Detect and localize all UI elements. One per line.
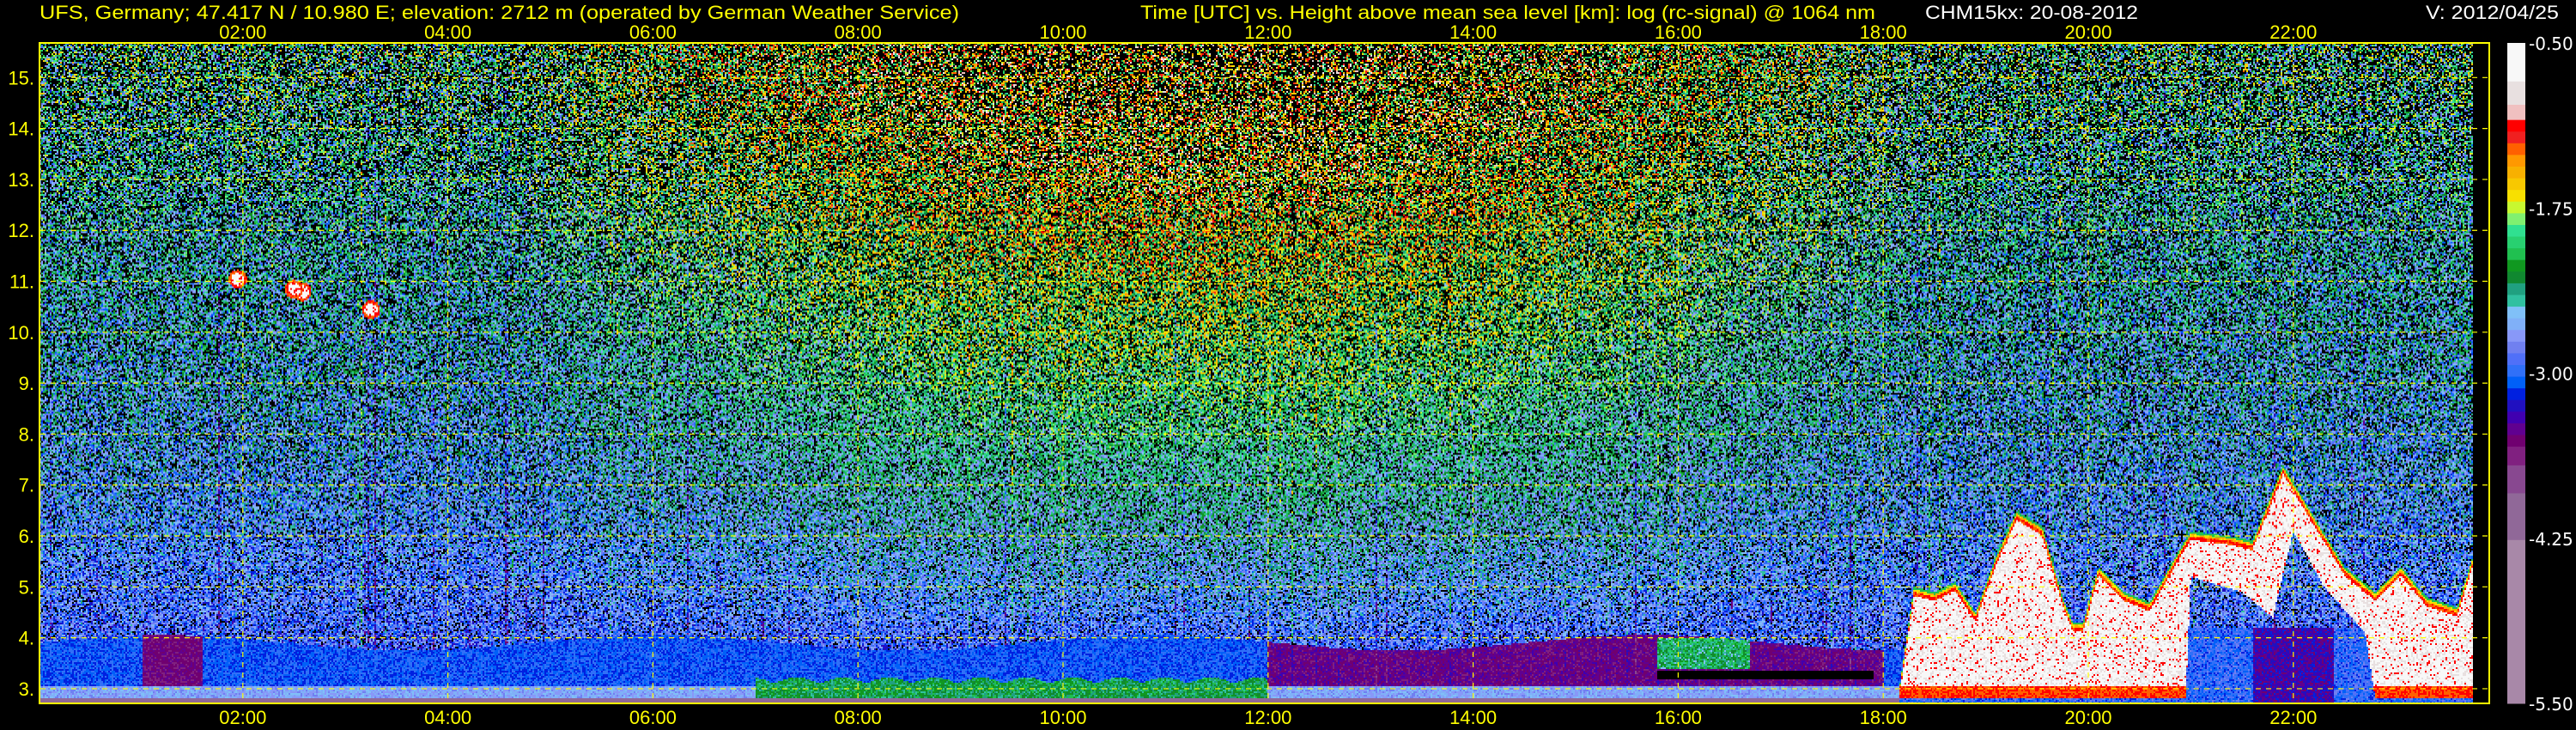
colorbar-label: -3.00 [2529, 364, 2573, 385]
x-tick-label-top: 08:00 [835, 21, 882, 43]
x-tick-label-top: 10:00 [1039, 21, 1086, 43]
y-tick-label: 9. [19, 373, 34, 394]
colorbar-swatch [2507, 119, 2525, 132]
grid-lines [40, 44, 2488, 703]
colorbar-swatch [2507, 224, 2525, 238]
version-label: V: 2012/04/25 [2426, 2, 2559, 23]
colorbar-label: -4.25 [2529, 529, 2573, 550]
colorbar-swatch [2507, 493, 2525, 541]
x-axis-top: 02:00 04:00 06:00 08:00 10:00 12:00 14:00 16:00… [219, 21, 2317, 43]
x-tick-label-bottom: 04:00 [424, 707, 471, 728]
colorbar-swatch [2507, 143, 2525, 155]
colorbar-swatch [2507, 364, 2525, 378]
colorbar-swatch [2507, 259, 2525, 272]
colorbar-swatch [2507, 81, 2525, 106]
x-tick-label-top: 12:00 [1244, 21, 1291, 43]
colorbar-swatch [2507, 353, 2525, 366]
y-tick-label: 10. [8, 322, 34, 344]
colorbar-label: -5.50 [2529, 694, 2573, 715]
colorbar-swatch [2507, 411, 2525, 424]
y-tick-label: 3. [19, 678, 34, 700]
colorbar-swatch [2507, 399, 2525, 412]
y-tick-label: 12. [8, 220, 34, 241]
colorbar-swatch [2507, 295, 2525, 307]
station-info: UFS, Germany; 47.417 N / 10.980 E; eleva… [39, 2, 959, 23]
colorbar-swatch [2507, 43, 2525, 82]
y-tick-label: 13. [8, 169, 34, 191]
colorbar-swatch [2507, 330, 2525, 343]
y-tick-label: 8. [19, 423, 34, 445]
y-tick-label: 4. [19, 628, 34, 649]
x-tick-label-bottom: 06:00 [629, 707, 677, 728]
chart-overlay: UFS, Germany; 47.417 N / 10.980 E; eleva… [8, 2, 2573, 728]
x-tick-label-bottom: 20:00 [2064, 707, 2111, 728]
x-tick-label-top: 02:00 [219, 21, 266, 43]
colorbar [2507, 43, 2525, 704]
colorbar-swatch [2507, 307, 2525, 319]
colorbar-swatch [2507, 376, 2525, 389]
x-tick-label-bottom: 10:00 [1039, 707, 1086, 728]
y-tick-label: 14. [8, 119, 34, 140]
colorbar-label: -0.50 [2529, 33, 2573, 54]
y-tick-label: 7. [19, 475, 34, 496]
x-tick-label-bottom: 08:00 [835, 707, 882, 728]
y-tick-label: 6. [19, 526, 34, 547]
x-tick-label-bottom: 14:00 [1449, 707, 1497, 728]
colorbar-swatch [2507, 167, 2525, 179]
colorbar-swatch [2507, 236, 2525, 249]
x-tick-label-top: 04:00 [424, 21, 471, 43]
colorbar-swatch [2507, 201, 2525, 214]
colorbar-swatch [2507, 447, 2525, 466]
colorbar-swatch [2507, 155, 2525, 167]
y-axis: 3. 4. 5. 6. 7. 8. 9. 10. 11. 12. 13. 14. 15. [8, 67, 34, 700]
x-tick-label-top: 16:00 [1655, 21, 1702, 43]
colorbar-swatch [2507, 190, 2525, 203]
plot-title: Time [UTC] vs. Height above mean sea lev… [1140, 2, 1875, 23]
colorbar-swatch [2507, 539, 2525, 704]
colorbar-label: -1.75 [2529, 198, 2573, 219]
x-tick-label-bottom: 02:00 [219, 707, 266, 728]
colorbar-swatch [2507, 388, 2525, 401]
x-tick-label-top: 22:00 [2269, 21, 2317, 43]
colorbar-swatch [2507, 178, 2525, 191]
x-tick-label-bottom: 18:00 [1860, 707, 1907, 728]
x-tick-label-bottom: 22:00 [2269, 707, 2317, 728]
colorbar-labels: -0.50 -1.75 -3.00 -4.25 -5.50 [2529, 33, 2573, 715]
colorbar-swatch [2507, 423, 2525, 436]
colorbar-swatch [2507, 271, 2525, 284]
colorbar-swatch [2507, 341, 2525, 354]
x-tick-label-top: 06:00 [629, 21, 677, 43]
x-axis-bottom: 02:00 04:00 06:00 08:00 10:00 12:00 14:00 16:00… [219, 707, 2317, 728]
x-tick-label-bottom: 12:00 [1244, 707, 1291, 728]
x-tick-label-top: 14:00 [1449, 21, 1497, 43]
colorbar-swatch [2507, 248, 2525, 261]
instrument-date: CHM15kx: 20-08-2012 [1925, 2, 2138, 23]
x-tick-label-top: 18:00 [1860, 21, 1907, 43]
y-tick-label: 5. [19, 576, 34, 598]
y-tick-label: 11. [9, 271, 34, 293]
colorbar-swatch [2507, 465, 2525, 494]
colorbar-swatch [2507, 318, 2525, 331]
y-tick-label: 15. [8, 67, 34, 88]
colorbar-swatch [2507, 105, 2525, 121]
colorbar-swatch [2507, 435, 2525, 447]
x-tick-label-bottom: 16:00 [1655, 707, 1702, 728]
colorbar-swatch [2507, 131, 2525, 144]
colorbar-swatch [2507, 283, 2525, 295]
plot-frame [39, 42, 2490, 704]
colorbar-swatch [2507, 213, 2525, 226]
x-tick-label-top: 20:00 [2064, 21, 2111, 43]
